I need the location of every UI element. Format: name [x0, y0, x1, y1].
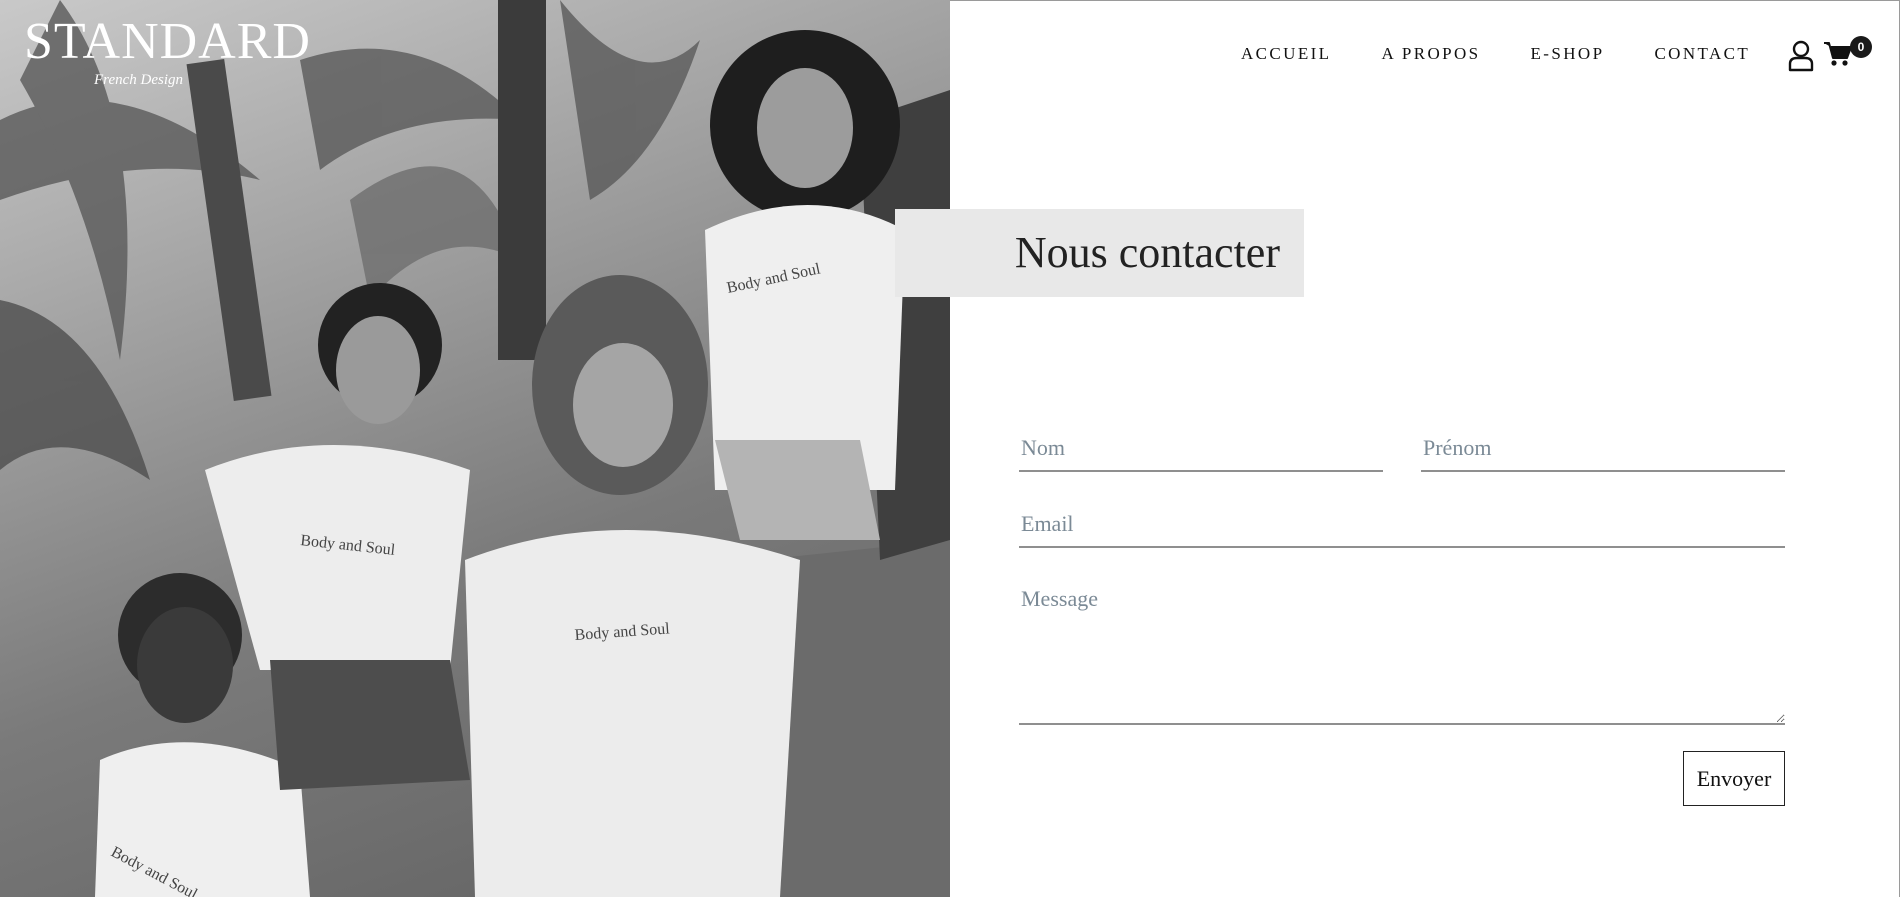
hero-photo-illustration: Body and SoulBody and SoulBody and SoulB…: [0, 0, 950, 897]
prenom-input[interactable]: [1421, 432, 1785, 472]
brand-name: STANDARD: [24, 13, 311, 70]
hero-photo: Body and Soul Body and Soul Body and Soul B…: [0, 0, 950, 897]
nav-item-accueil[interactable]: ACCUEIL: [1241, 44, 1331, 64]
nav-item-a-propos[interactable]: A PROPOS: [1381, 44, 1480, 64]
brand-logo[interactable]: STANDARD French Design: [24, 13, 311, 89]
email-input[interactable]: [1019, 508, 1785, 548]
page-title: Nous contacter: [1014, 228, 1280, 277]
shopping-cart-icon[interactable]: [1824, 41, 1852, 67]
nav-item-contact[interactable]: CONTACT: [1654, 44, 1750, 64]
page-title-box: Nous contacter: [895, 209, 1304, 297]
send-button[interactable]: Envoyer: [1683, 751, 1785, 806]
brand-tagline: French Design: [94, 72, 184, 88]
nav-item-e-shop[interactable]: E-SHOP: [1531, 44, 1605, 64]
cart-count-badge: 0: [1850, 36, 1872, 58]
user-icon[interactable]: [1788, 40, 1814, 72]
nom-input[interactable]: [1019, 432, 1383, 472]
message-textarea[interactable]: [1019, 584, 1785, 725]
main-nav: ACCUEIL A PROPOS E-SHOP CONTACT: [1241, 44, 1750, 64]
